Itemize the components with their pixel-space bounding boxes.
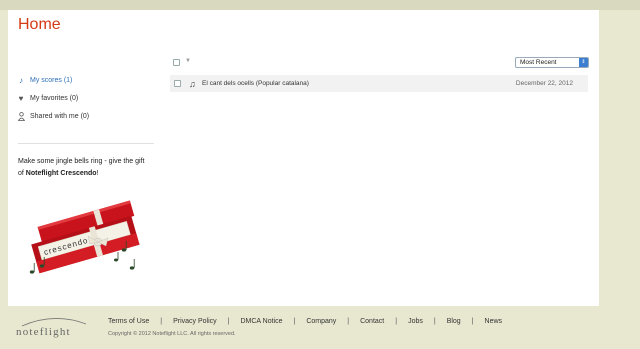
sidebar-item-shared-with-me[interactable]: Shared with me (0) [16, 107, 156, 125]
list-toolbar: ▼ Most Recent ⇕ [173, 57, 589, 69]
score-date: December 22, 2012 [515, 80, 573, 87]
top-bar [0, 0, 640, 10]
score-row[interactable]: ♫ El cant dels ocells (Popular catalana)… [170, 75, 588, 92]
footer-separator: | [160, 318, 163, 325]
score-title-link[interactable]: El cant dels ocells (Popular catalana) [202, 80, 516, 87]
footer-separator: | [433, 318, 436, 325]
sort-order-select[interactable]: Most Recent ⇕ [515, 57, 589, 68]
footer-link-contact[interactable]: Contact [360, 318, 384, 325]
footer-separator: | [471, 318, 474, 325]
select-arrows-icon: ⇕ [579, 58, 588, 67]
footer-separator: | [395, 318, 398, 325]
footer-separator: | [227, 318, 230, 325]
select-all-checkbox[interactable] [173, 59, 180, 66]
music-note-icon: ♫ [189, 78, 196, 89]
person-icon [16, 111, 26, 121]
sidebar-item-my-scores[interactable]: ♪ My scores (1) [16, 71, 156, 89]
footer-link-news[interactable]: News [485, 318, 503, 325]
music-note-icon: ♪ [19, 75, 23, 85]
promo-text: Make some jingle bells ring - give the g… [18, 156, 150, 180]
sidebar-nav: ♪ My scores (1) ♥ My favorites (0) Share… [16, 71, 156, 125]
footer-link-privacy[interactable]: Privacy Policy [173, 318, 217, 325]
footer-separator: | [293, 318, 296, 325]
promo-text-tail: ! [96, 170, 99, 177]
heart-icon: ♥ [18, 93, 24, 103]
sidebar-item-label: My scores (1) [30, 76, 73, 84]
footer-link-company[interactable]: Company [306, 318, 336, 325]
sidebar-item-label: Shared with me (0) [30, 112, 90, 120]
noteflight-logo[interactable]: noteflight [14, 318, 94, 340]
logo-text: noteflight [16, 326, 71, 338]
sidebar-item-my-favorites[interactable]: ♥ My favorites (0) [16, 89, 156, 107]
footer-separator: | [347, 318, 350, 325]
copyright-text: Copyright © 2012 Noteflight LLC. All rig… [108, 331, 236, 337]
footer-links: Terms of Use | Privacy Policy | DMCA Not… [108, 318, 502, 325]
crescendo-gift-image[interactable]: crescendo [24, 192, 150, 284]
sort-order-value: Most Recent [520, 59, 557, 66]
score-row-checkbox[interactable] [174, 80, 181, 87]
footer-link-dmca[interactable]: DMCA Notice [240, 318, 282, 325]
promo-product-link[interactable]: Noteflight Crescendo [26, 170, 97, 177]
sidebar-item-label: My favorites (0) [30, 94, 79, 102]
sidebar-divider [18, 143, 154, 144]
footer-link-terms[interactable]: Terms of Use [108, 318, 149, 325]
footer-link-blog[interactable]: Blog [447, 318, 461, 325]
footer-link-jobs[interactable]: Jobs [408, 318, 423, 325]
page-title: Home [18, 16, 61, 33]
select-menu-caret-icon[interactable]: ▼ [185, 58, 191, 64]
